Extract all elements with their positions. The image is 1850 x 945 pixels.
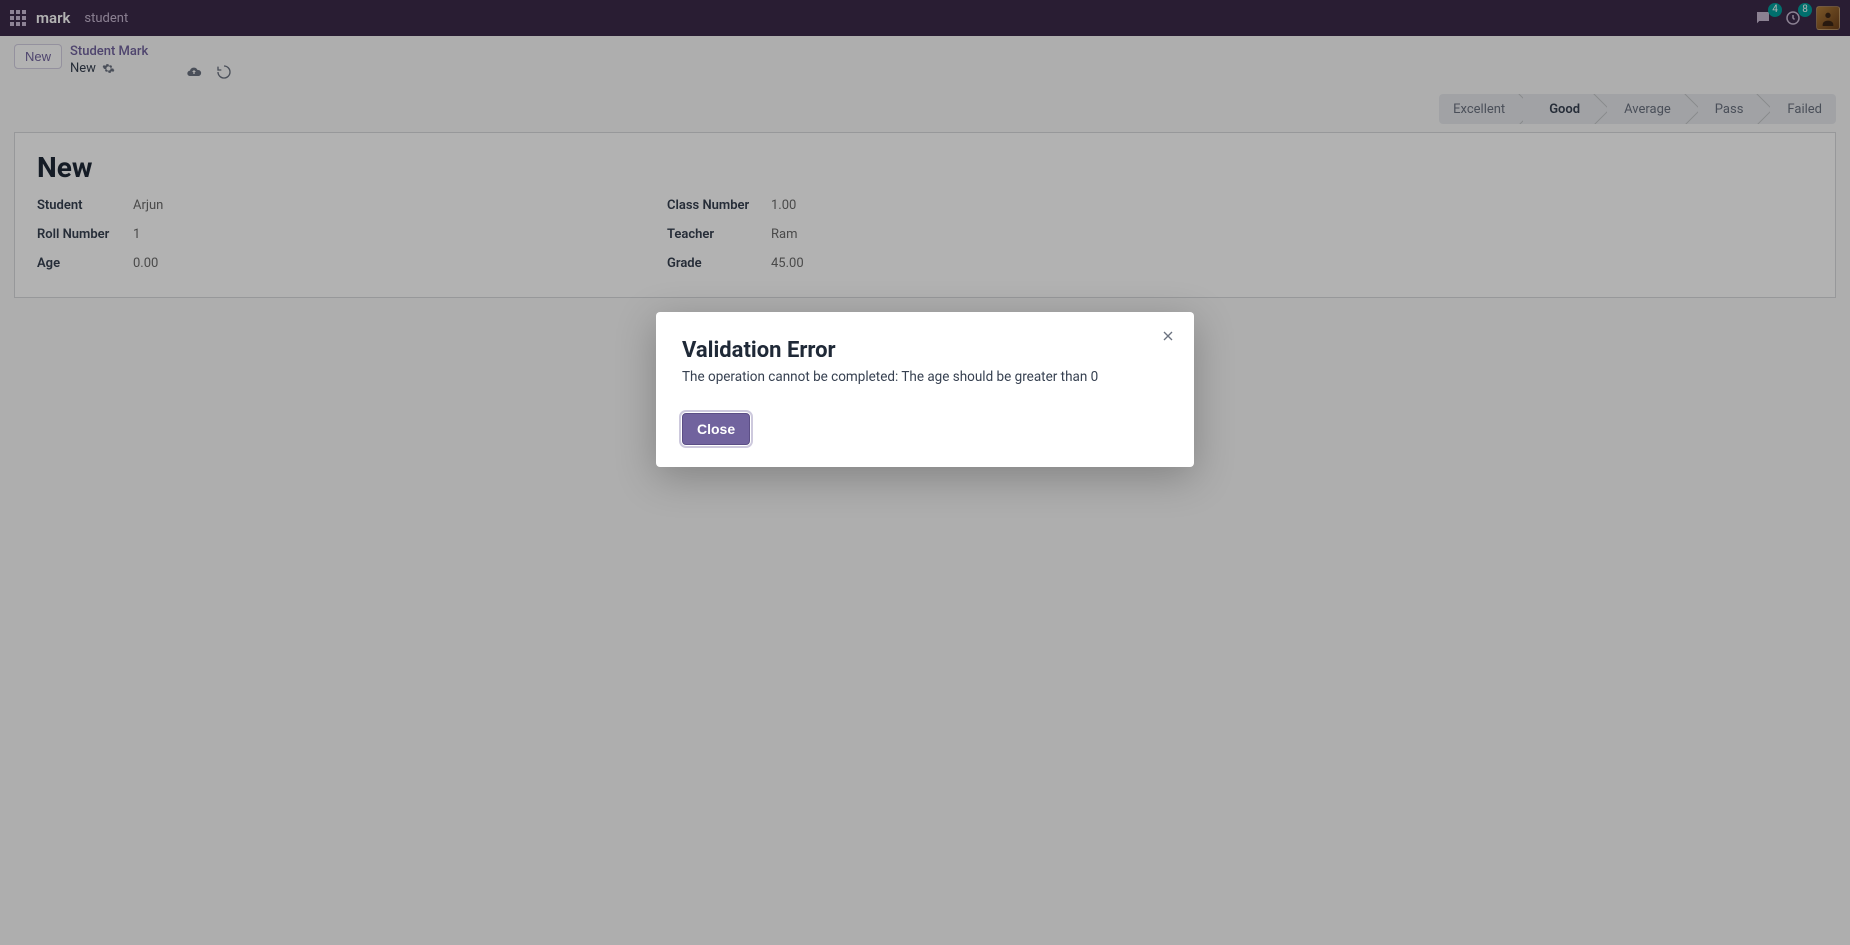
dialog-message: The operation cannot be completed: The a…	[682, 369, 1168, 385]
dialog-title: Validation Error	[682, 338, 1168, 363]
close-button[interactable]: Close	[682, 413, 750, 445]
validation-error-dialog: Validation Error The operation cannot be…	[656, 312, 1194, 467]
close-icon[interactable]	[1160, 328, 1176, 344]
modal-overlay[interactable]: Validation Error The operation cannot be…	[0, 0, 1850, 945]
